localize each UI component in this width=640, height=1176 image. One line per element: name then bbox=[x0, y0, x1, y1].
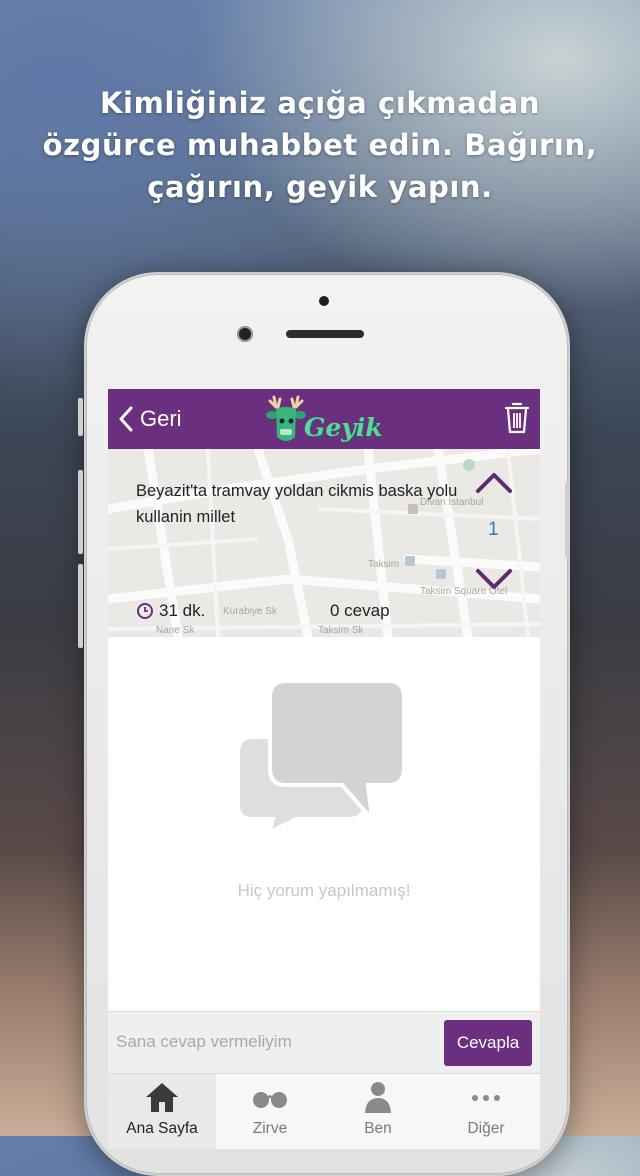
chevron-up-icon bbox=[476, 473, 512, 493]
logo-text: Geyik bbox=[304, 413, 383, 442]
tab-label: Diğer bbox=[467, 1120, 505, 1137]
reply-count: 0 cevap bbox=[330, 601, 390, 620]
tab-diger[interactable]: Diğer bbox=[432, 1074, 540, 1149]
app-logo: Geyik bbox=[264, 393, 386, 447]
navigation-bar: Geri Geyik bbox=[108, 389, 540, 449]
map-label: Taksim Sk bbox=[318, 625, 365, 636]
reply-button[interactable]: Cevapla bbox=[444, 1020, 532, 1066]
delete-button[interactable] bbox=[504, 401, 530, 440]
chevron-down-icon bbox=[476, 569, 512, 589]
promo-headline: Kimliğiniz açığa çıkmadan özgürce muhabb… bbox=[42, 86, 598, 204]
map-label: Nane Sk bbox=[156, 625, 195, 636]
downvote-button[interactable] bbox=[474, 565, 514, 598]
glasses-icon bbox=[253, 1092, 287, 1108]
post-time: 31 dk. bbox=[136, 601, 205, 621]
chevron-left-icon bbox=[119, 406, 133, 432]
deer-icon bbox=[266, 395, 306, 441]
post-text: Beyazit'ta tramvay yoldan cikmis baska y… bbox=[136, 482, 458, 526]
front-camera bbox=[237, 326, 253, 342]
tab-bar: Ana Sayfa Zirve Ben Diğer bbox=[108, 1073, 540, 1149]
app-screen: Geri Geyik Divan İstanbul Taksim Taksim … bbox=[108, 389, 540, 1149]
map-label: Taksim bbox=[368, 559, 399, 570]
empty-state-text: Hiç yorum yapılmamış! bbox=[237, 881, 411, 900]
power-button bbox=[565, 482, 570, 558]
tab-zirve[interactable]: Zirve bbox=[216, 1074, 324, 1149]
tab-label: Ben bbox=[364, 1120, 392, 1137]
person-icon bbox=[365, 1082, 391, 1113]
vote-count: 1 bbox=[488, 519, 499, 540]
tab-home[interactable]: Ana Sayfa bbox=[108, 1074, 216, 1149]
post-card[interactable]: Divan İstanbul Taksim Taksim Square Otel… bbox=[108, 449, 540, 637]
earpiece-speaker bbox=[286, 330, 364, 338]
time-ago-text: 31 dk. bbox=[159, 601, 206, 620]
tab-label: Ana Sayfa bbox=[126, 1120, 198, 1137]
tab-ben[interactable]: Ben bbox=[324, 1074, 432, 1149]
volume-up-button bbox=[78, 470, 83, 554]
upvote-button[interactable] bbox=[474, 469, 514, 502]
back-label: Geri bbox=[140, 406, 182, 431]
more-icon bbox=[472, 1095, 500, 1101]
tab-label: Zirve bbox=[252, 1120, 288, 1137]
map-label: Kurabiye Sk bbox=[223, 606, 278, 617]
mute-switch bbox=[78, 398, 83, 436]
clock-icon bbox=[137, 603, 153, 619]
reply-input[interactable] bbox=[114, 1020, 440, 1064]
reply-bar: Cevapla bbox=[108, 1011, 540, 1074]
proximity-sensor bbox=[319, 296, 329, 306]
trash-icon bbox=[504, 402, 530, 434]
back-button[interactable]: Geri bbox=[118, 403, 182, 435]
empty-state-illustration bbox=[238, 679, 410, 834]
chat-bubbles-icon bbox=[240, 679, 406, 829]
volume-down-button bbox=[78, 564, 83, 648]
home-icon bbox=[146, 1083, 178, 1112]
